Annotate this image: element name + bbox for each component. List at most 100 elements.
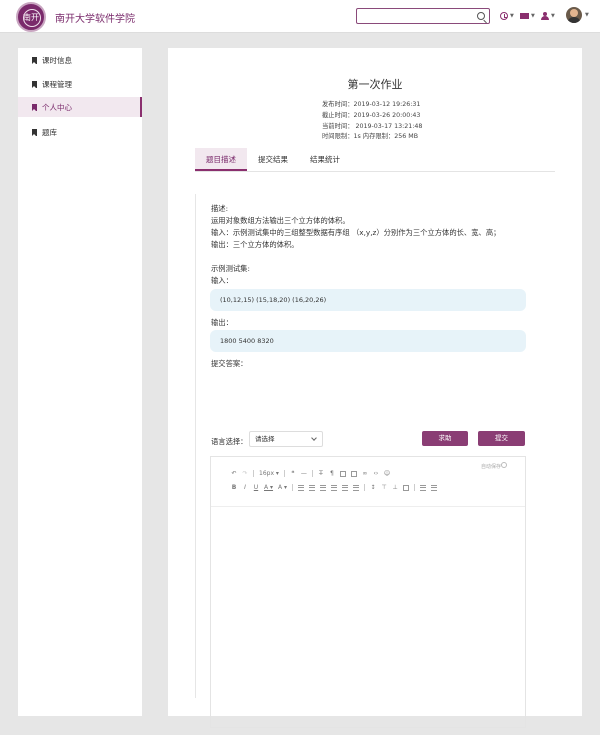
top-header: 南开 南开大学软件学院 ▼ ▼ ▼ ▼ [0,0,600,33]
valign-top-icon[interactable]: ⊤ [381,484,387,491]
bookmark-icon [32,103,37,111]
search-icon[interactable] [477,12,485,20]
school-name[interactable]: 南开大学软件学院 [55,10,135,25]
valign-bottom-icon[interactable]: ⊥ [392,484,398,491]
line-height-icon[interactable]: ↕ [370,484,376,491]
limits: 时间限制：1s 内存限制：256 MB [322,133,419,140]
autosave-label: 自动保存 [480,464,501,470]
description-line: 输出：三个立方体的体积。 [211,240,299,249]
avatar-chevron-down-icon[interactable]: ▼ [585,12,589,18]
sample-input-box: (10,12,15) (15,18,20) (16,20,26) [210,289,526,311]
redo-icon[interactable]: ↷ [242,470,248,477]
deadline-time: 截止时间：2019-03-26 20:00:43 [322,112,421,119]
tab-bar: 题目描述 提交结果 结果统计 [195,148,555,172]
language-select-value: 请选择 [255,435,275,443]
submit-button[interactable]: 提交 [478,431,525,446]
toolbar-divider [283,470,285,477]
user-menu[interactable]: ▼ [541,11,555,21]
mail-icon [520,13,529,19]
logo-glyph: 南开 [23,13,39,22]
description-line: 输入：示例测试集中的三组整型数据有序组 （x,y,z）分别作为三个立方体的长、宽… [211,228,501,237]
unordered-list-icon[interactable] [431,484,438,491]
ordered-list-icon[interactable] [420,484,427,491]
indent-icon[interactable] [298,484,305,491]
publish-time: 发布时间：2019-03-12 19:26:31 [322,101,421,108]
clear-format-icon[interactable]: T̶ [318,470,324,477]
university-logo[interactable]: 南开 [16,2,46,32]
messages-menu[interactable]: ▼ [520,11,535,21]
emoji-icon[interactable]: ☺ [384,470,390,477]
schedule-menu[interactable]: ▼ [500,11,514,21]
align-center-icon[interactable] [320,484,327,491]
sample-output-box: 1800 5400 8320 [210,330,526,352]
sidebar-item-class-info[interactable]: 课时信息 [18,50,142,70]
sidebar-item-question-bank[interactable]: 题库 [18,122,142,142]
chevron-down-icon: ▼ [510,13,514,19]
bold-icon[interactable]: B [231,484,237,491]
tab-submission-results[interactable]: 提交结果 [250,148,296,171]
info-icon [501,462,507,468]
undo-icon[interactable]: ↶ [231,470,237,477]
search-input[interactable] [360,11,470,21]
sample-input-label: 输入： [211,276,233,285]
toolbar-divider [292,484,294,491]
align-left-icon[interactable] [309,484,316,491]
align-right-icon[interactable] [331,484,338,491]
page-title: 第一次作业 [347,78,403,91]
horizontal-rule-icon[interactable]: — [301,470,307,477]
link-icon[interactable]: ∞ [362,470,368,477]
search-box [356,8,490,24]
sidebar-item-label: 课时信息 [42,55,72,65]
clock-icon [500,12,508,20]
font-size-select[interactable]: 16px ▾ [259,470,279,477]
chevron-down-icon: ▼ [531,13,535,19]
bookmark-icon [32,128,37,136]
user-icon [541,12,549,20]
toolbar-row-2: B I U A ▾ A ▾ ↕ ⊤ ⊥ [231,484,438,491]
tab-result-statistics[interactable]: 结果统计 [302,148,348,171]
sidebar-item-label: 个人中心 [42,102,72,112]
highlight-color-icon[interactable]: A ▾ [278,484,287,491]
problem-content: 描述: 运用对象数组方法输出三个立方体的体积。 输入：示例测试集中的三组整型数据… [195,194,535,728]
sidebar-item-personal-center[interactable]: 个人中心 [18,97,142,117]
main-panel: 第一次作业 发布时间：2019-03-12 19:26:31 截止时间：2019… [168,48,582,728]
outdent-icon[interactable] [353,484,360,491]
bookmark-icon [32,56,37,64]
toolbar-row-1: ↶ ↷ 16px ▾ ❝ — T̶ ¶ ∞ ‹› ☺ [231,470,390,477]
chevron-down-icon [311,435,317,441]
sample-output-label: 输出： [211,318,233,327]
description-heading: 描述: [211,204,229,213]
bookmark-icon [32,80,37,88]
align-justify-icon[interactable] [342,484,349,491]
code-icon[interactable]: ‹› [373,470,379,477]
sidebar-item-course-management[interactable]: 课程管理 [18,74,142,94]
tab-problem-description[interactable]: 题目描述 [195,148,247,171]
copy-icon[interactable] [339,470,346,477]
format-painter-icon[interactable]: ¶ [329,470,335,477]
current-time: 当前时间： 2019-03-17 13:21:48 [322,123,423,130]
toolbar-divider [253,470,254,477]
avatar[interactable] [566,7,582,23]
language-label: 语言选择： [211,437,248,446]
italic-icon[interactable]: I [242,484,248,491]
code-editor[interactable]: 自动保存 ↶ ↷ 16px ▾ ❝ — T̶ ¶ ∞ ‹› ☺ B I U A … [210,456,526,728]
table-icon[interactable] [403,484,410,491]
sidebar-item-label: 题库 [42,127,57,137]
toolbar-divider [414,484,416,491]
toolbar-divider [311,470,313,477]
editor-toolbar: 自动保存 ↶ ↷ 16px ▾ ❝ — T̶ ¶ ∞ ‹› ☺ B I U A … [211,457,525,507]
submit-answer-label: 提交答案： [211,359,248,368]
quote-icon[interactable]: ❝ [290,470,296,477]
font-size-value: 16px [259,470,274,477]
help-button[interactable]: 求助 [422,431,468,446]
language-select[interactable]: 请选择 [249,431,323,447]
chevron-down-icon: ▼ [551,13,555,19]
paste-icon[interactable] [350,470,357,477]
sample-heading: 示例测试集: [211,264,250,273]
toolbar-divider [364,484,366,491]
sidebar-item-label: 课程管理 [42,79,72,89]
font-color-icon[interactable]: A ▾ [264,484,273,491]
description-line: 运用对象数组方法输出三个立方体的体积。 [211,216,350,225]
underline-icon[interactable]: U [253,484,259,491]
sidebar: 课时信息 课程管理 个人中心 题库 [18,48,142,716]
